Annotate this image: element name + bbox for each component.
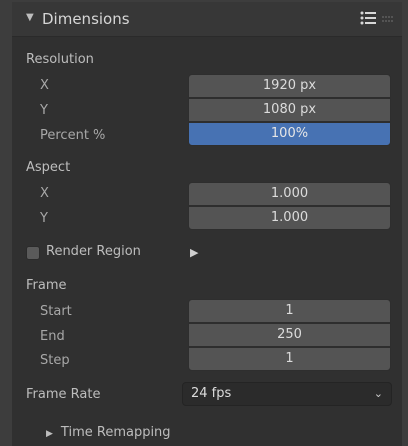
frame-step-label: Step bbox=[40, 353, 70, 368]
frame-section-label: Frame bbox=[26, 278, 67, 293]
frame-end-field[interactable]: 250 bbox=[188, 323, 391, 347]
resolution-section-label: Resolution bbox=[26, 52, 94, 67]
time-remapping-label: Time Remapping bbox=[60, 425, 171, 440]
resolution-x-label: X bbox=[40, 78, 49, 93]
aspect-y-field[interactable]: 1.000 bbox=[188, 206, 391, 230]
panel-title: Dimensions bbox=[42, 10, 130, 28]
frame-step-field[interactable]: 1 bbox=[188, 347, 391, 371]
resolution-y-label: Y bbox=[40, 103, 48, 118]
render-region-checkbox[interactable] bbox=[26, 246, 40, 260]
panel-header[interactable]: ▼ Dimensions bbox=[12, 2, 402, 37]
chevron-down-icon: ⌄ bbox=[373, 387, 383, 400]
resolution-percent-slider[interactable]: 100% bbox=[188, 122, 391, 146]
resolution-y-field[interactable]: 1080 px bbox=[188, 98, 391, 122]
drag-grip-icon[interactable] bbox=[382, 16, 394, 22]
aspect-section-label: Aspect bbox=[26, 160, 71, 175]
collapse-triangle-icon[interactable]: ▼ bbox=[26, 12, 34, 23]
resolution-x-field[interactable]: 1920 px bbox=[188, 74, 391, 98]
frame-start-field[interactable]: 1 bbox=[188, 299, 391, 323]
resolution-percent-label: Percent % bbox=[40, 128, 106, 143]
frame-rate-label: Frame Rate bbox=[26, 387, 101, 402]
frame-end-label: End bbox=[40, 329, 65, 344]
aspect-x-label: X bbox=[40, 186, 49, 201]
expand-triangle-icon: ▶ bbox=[46, 429, 53, 439]
frame-start-label: Start bbox=[40, 304, 72, 319]
aspect-x-field[interactable]: 1.000 bbox=[188, 182, 391, 206]
aspect-y-label: Y bbox=[40, 211, 48, 226]
frame-rate-selected-value: 24 fps bbox=[191, 386, 232, 401]
render-region-label: Render Region bbox=[46, 244, 141, 259]
time-remapping-subpanel-header[interactable]: ▶ Time Remapping bbox=[46, 425, 171, 440]
frame-rate-dropdown[interactable]: 24 fps ⌄ bbox=[182, 382, 392, 406]
play-arrow-icon[interactable]: ▶ bbox=[190, 246, 198, 259]
list-icon[interactable] bbox=[360, 11, 376, 25]
